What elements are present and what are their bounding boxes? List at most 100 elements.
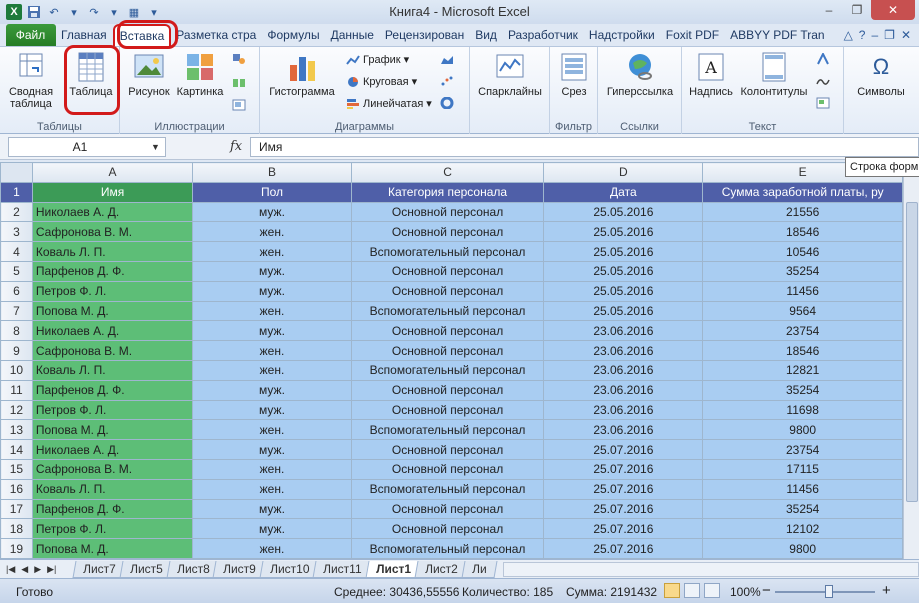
horizontal-scrollbar[interactable] xyxy=(503,561,919,577)
cell[interactable]: Николаев А. Д. xyxy=(31,201,194,223)
other-charts-button[interactable] xyxy=(440,97,454,109)
cell[interactable]: 11698 xyxy=(702,399,903,421)
cell[interactable]: Сафронова В. М. xyxy=(31,221,194,243)
sheet-tab[interactable]: Лист11 xyxy=(312,560,373,578)
zoom-slider-knob[interactable] xyxy=(825,585,833,598)
sheet-tab[interactable]: Лист5 xyxy=(119,560,173,578)
cell[interactable]: Основной персонал xyxy=(350,439,545,460)
row-number[interactable]: 9 xyxy=(0,340,33,361)
row-number[interactable]: 14 xyxy=(0,439,33,460)
wordart-button[interactable] xyxy=(816,53,830,65)
sheet-tab[interactable]: Лист9 xyxy=(212,560,267,578)
cell[interactable]: 18546 xyxy=(702,340,903,361)
zoom-level[interactable]: 100% xyxy=(730,585,761,599)
signature-line-button[interactable] xyxy=(816,75,830,87)
cell[interactable]: муж. xyxy=(192,260,352,282)
row-number[interactable]: 15 xyxy=(0,458,33,480)
cell[interactable]: Вспомогательный персонал xyxy=(350,538,545,559)
cell[interactable]: 23.06.2016 xyxy=(543,419,704,441)
cell[interactable]: 23754 xyxy=(702,320,903,342)
line-chart-button[interactable]: График ▾ xyxy=(346,53,409,66)
row-number[interactable]: 18 xyxy=(0,518,33,540)
cell[interactable]: жен. xyxy=(192,458,352,480)
tab-formulas[interactable]: Формулы xyxy=(262,24,325,46)
cell[interactable]: Вспомогательный персонал xyxy=(350,300,545,322)
cell[interactable]: 35254 xyxy=(702,379,903,401)
header-cell[interactable]: Дата xyxy=(543,181,704,203)
object-button[interactable] xyxy=(816,97,830,109)
cell[interactable]: жен. xyxy=(192,419,352,441)
page-break-view-button[interactable] xyxy=(704,583,720,598)
scrollbar-thumb[interactable] xyxy=(906,202,918,502)
cell[interactable]: муж. xyxy=(192,518,352,540)
cell[interactable]: 35254 xyxy=(702,260,903,282)
formula-input[interactable]: Имя xyxy=(250,137,919,157)
minimize-button[interactable]: – xyxy=(815,0,843,20)
cell[interactable]: Вспомогательный персонал xyxy=(350,359,545,381)
help-icon[interactable]: ? xyxy=(859,28,866,42)
tab-page-layout[interactable]: Разметка стра xyxy=(171,24,262,46)
cell[interactable]: 25.05.2016 xyxy=(543,260,704,282)
cell[interactable]: Николаев А. Д. xyxy=(31,439,194,460)
shapes-button[interactable] xyxy=(232,53,246,65)
excel-logo-icon[interactable]: X xyxy=(6,4,22,20)
row-number[interactable]: 6 xyxy=(0,280,33,302)
sheet-tab[interactable]: Лист7 xyxy=(72,560,127,578)
row-number[interactable]: 8 xyxy=(0,320,33,342)
cell[interactable]: 25.07.2016 xyxy=(543,518,704,540)
area-chart-button[interactable] xyxy=(440,53,454,65)
cell[interactable]: Основной персонал xyxy=(350,518,545,540)
cell[interactable]: Основной персонал xyxy=(350,320,545,342)
cell[interactable]: Попова М. Д. xyxy=(31,538,194,559)
cell[interactable]: 25.05.2016 xyxy=(543,221,704,243)
cell[interactable]: Парфенов Д. Ф. xyxy=(31,379,194,401)
sheet-tab[interactable]: Лист8 xyxy=(166,560,220,578)
cell[interactable]: 10546 xyxy=(702,241,903,262)
window-close-icon[interactable]: ✕ xyxy=(901,28,911,42)
header-footer-button[interactable]: Колонтитулы xyxy=(738,51,810,98)
sheet-tab[interactable]: Лист10 xyxy=(259,560,320,578)
cell[interactable]: 23.06.2016 xyxy=(543,399,704,421)
cell[interactable]: муж. xyxy=(192,498,352,520)
sheet-tab[interactable]: Лист1 xyxy=(365,560,422,578)
pie-chart-button[interactable]: Круговая ▾ xyxy=(346,75,417,88)
cell[interactable]: 25.05.2016 xyxy=(543,201,704,223)
cell[interactable]: 17115 xyxy=(702,458,903,480)
name-box[interactable]: A1 ▼ xyxy=(8,137,166,157)
insert-function-icon[interactable]: fx xyxy=(230,139,242,154)
row-number[interactable]: 17 xyxy=(0,498,33,520)
cell[interactable]: жен. xyxy=(192,359,352,381)
select-all-corner[interactable] xyxy=(0,162,33,183)
cell[interactable]: 25.07.2016 xyxy=(543,439,704,460)
cell[interactable]: 12102 xyxy=(702,518,903,540)
clipart-button[interactable]: Картинка xyxy=(174,51,226,98)
cell[interactable]: 9564 xyxy=(702,300,903,322)
cell[interactable]: 23.06.2016 xyxy=(543,340,704,361)
cell[interactable]: 9800 xyxy=(702,538,903,559)
column-header[interactable]: C xyxy=(350,162,545,183)
cell[interactable]: Коваль Л. П. xyxy=(31,359,194,381)
cell[interactable]: 25.05.2016 xyxy=(543,280,704,302)
cell[interactable]: Коваль Л. П. xyxy=(31,478,194,500)
cell[interactable]: Основной персонал xyxy=(350,260,545,282)
save-icon[interactable] xyxy=(26,4,42,20)
dropdown-arrow-icon[interactable]: ▼ xyxy=(151,142,165,152)
cell[interactable]: Основной персонал xyxy=(350,399,545,421)
cell[interactable]: 25.07.2016 xyxy=(543,458,704,480)
cell[interactable]: Николаев А. Д. xyxy=(31,320,194,342)
ribbon-collapse-icon[interactable]: △ xyxy=(844,28,853,42)
close-button[interactable]: ✕ xyxy=(871,0,915,20)
zoom-in-button[interactable]: + xyxy=(882,582,891,599)
cell[interactable]: 18546 xyxy=(702,221,903,243)
header-cell[interactable]: Пол xyxy=(192,181,352,203)
cell[interactable]: жен. xyxy=(192,300,352,322)
row-number[interactable]: 10 xyxy=(0,359,33,381)
spreadsheet-grid[interactable]: A B C D E 1 Имя Пол Категория персонала … xyxy=(0,162,903,559)
screenshot-button[interactable] xyxy=(232,99,246,111)
symbols-button[interactable]: Ω Символы xyxy=(850,51,912,99)
page-layout-view-button[interactable] xyxy=(684,583,700,598)
smartart-button[interactable] xyxy=(232,77,246,89)
dropdown-icon[interactable]: ▾ xyxy=(66,4,82,20)
next-sheet-icon[interactable]: ▶ xyxy=(34,564,41,575)
row-number[interactable]: 3 xyxy=(0,221,33,243)
